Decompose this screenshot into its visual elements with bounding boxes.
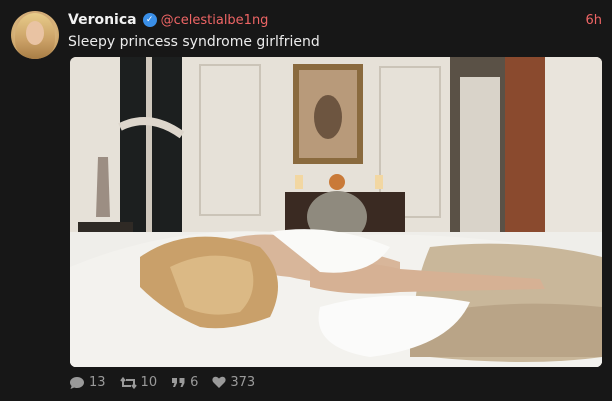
like-count: 373 [230, 375, 256, 390]
repost-count: 10 [140, 375, 158, 390]
post-image[interactable] [70, 57, 602, 367]
quote-button[interactable]: 6 [171, 375, 198, 390]
post-header: Veronica ✓ @celestialbe1ng 6h [68, 11, 602, 29]
reply-button[interactable]: 13 [69, 375, 106, 390]
quote-marks-icon [171, 376, 186, 389]
reply-speech-bubble-icon [69, 376, 85, 390]
heart-icon [212, 376, 226, 389]
like-button[interactable]: 373 [212, 375, 255, 390]
avatar-face [26, 21, 44, 45]
post-text: Sleepy princess syndrome girlfriend [68, 34, 320, 50]
author-name[interactable]: Veronica [68, 12, 137, 28]
repost-button[interactable]: 10 [119, 375, 158, 390]
bedroom-scene-image [70, 57, 602, 367]
author-avatar[interactable] [11, 11, 59, 59]
repost-arrows-icon [119, 376, 137, 390]
post-time[interactable]: 6h [585, 13, 602, 28]
author-handle[interactable]: @celestialbe1ng [161, 13, 269, 28]
reply-count: 13 [89, 375, 106, 390]
verified-check-icon: ✓ [142, 13, 157, 27]
post-actions: 13 10 6 373 [69, 375, 269, 390]
quote-count: 6 [190, 375, 199, 390]
